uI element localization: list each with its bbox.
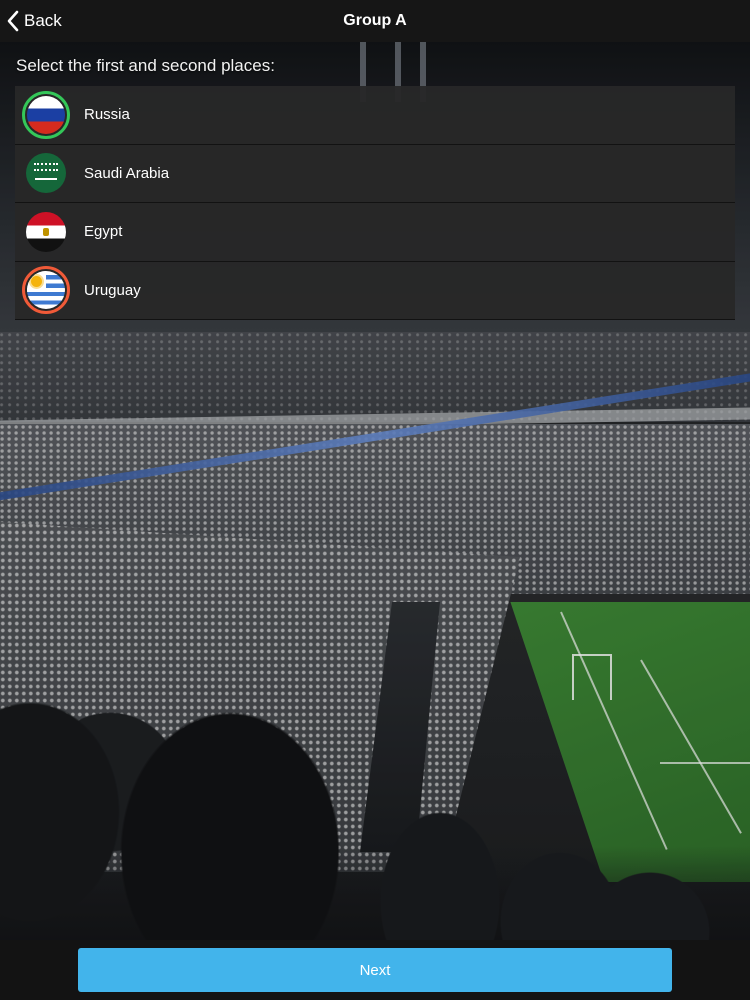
team-name: Russia xyxy=(84,106,130,124)
team-row-egypt[interactable]: Egypt xyxy=(15,203,735,262)
bottom-toolbar: Next xyxy=(0,940,750,1000)
next-button[interactable]: Next xyxy=(78,948,672,992)
second-place-indicator xyxy=(22,266,70,315)
team-row-uruguay[interactable]: Uruguay xyxy=(15,261,735,320)
egypt-flag-icon xyxy=(26,211,66,252)
uruguay-flag-icon xyxy=(27,271,65,310)
team-row-saudi-arabia[interactable]: Saudi Arabia xyxy=(15,144,735,203)
instruction-text: Select the first and second places: xyxy=(16,56,275,75)
back-button[interactable]: Back xyxy=(6,0,62,42)
team-name: Saudi Arabia xyxy=(84,164,170,182)
first-place-indicator xyxy=(22,90,70,139)
back-label: Back xyxy=(24,11,62,30)
team-list: Russia Saudi Arabia Egypt Uruguay xyxy=(15,86,735,320)
team-name: Egypt xyxy=(84,223,123,241)
team-name: Uruguay xyxy=(84,281,141,299)
chevron-left-icon xyxy=(7,10,19,32)
page-title: Group A xyxy=(343,12,407,29)
team-row-russia[interactable]: Russia xyxy=(15,86,735,145)
navigation-bar: Back Group A xyxy=(0,0,750,42)
russia-flag-icon xyxy=(27,95,65,134)
saudi-arabia-flag-icon xyxy=(26,153,66,194)
